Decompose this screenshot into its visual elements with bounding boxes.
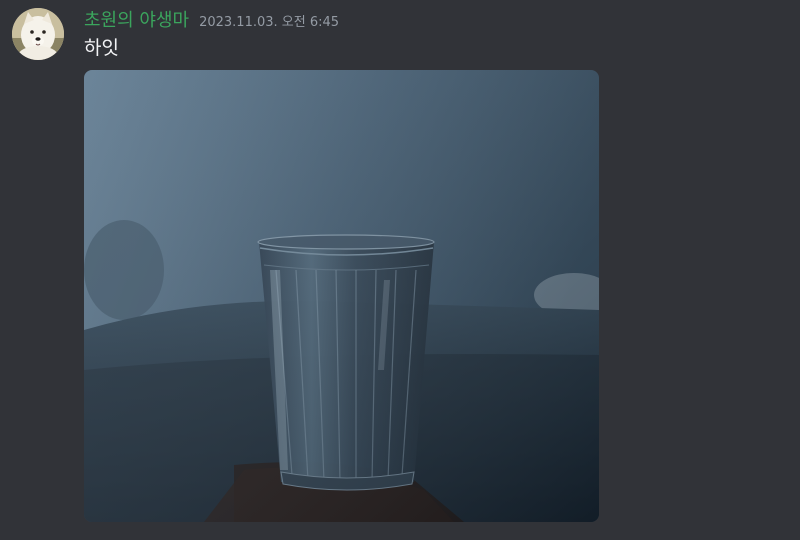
message-header: 초원의 야생마 2023.11.03. 오전 6:45 — [84, 9, 339, 35]
image-attachment[interactable] — [84, 70, 599, 522]
username[interactable]: 초원의 야생마 — [84, 9, 189, 33]
chat-message: 초원의 야생마 2023.11.03. 오전 6:45 하잇 — [0, 0, 800, 540]
message-content: 하잇 — [84, 37, 119, 59]
glass-of-water-image-icon — [84, 70, 599, 522]
dog-avatar-icon — [12, 8, 64, 60]
message-timestamp: 2023.11.03. 오전 6:45 — [199, 15, 340, 30]
user-avatar[interactable] — [12, 8, 64, 60]
